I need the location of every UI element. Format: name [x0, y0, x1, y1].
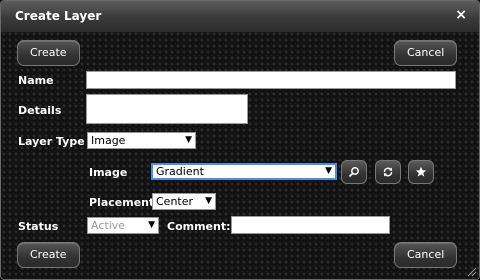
image-label: Image	[89, 166, 128, 179]
details-textarea[interactable]	[86, 94, 248, 124]
search-icon	[348, 167, 359, 178]
name-label: Name	[18, 74, 54, 87]
chevron-down-icon: ▼	[205, 196, 212, 206]
refresh-icon	[383, 167, 393, 177]
refresh-icon-button[interactable]	[375, 160, 401, 184]
layer-type-select[interactable]: Image ▼	[87, 132, 196, 149]
placement-select[interactable]: Center ▼	[152, 193, 216, 210]
status-select[interactable]: Active ▼	[87, 217, 159, 234]
layer-type-label: Layer Type	[18, 135, 85, 148]
comment-label: Comment:	[167, 220, 231, 233]
details-label: Details	[18, 104, 62, 117]
close-icon[interactable]: ×	[455, 7, 467, 23]
create-button-top[interactable]: Create	[17, 40, 80, 66]
create-layer-dialog: Create Layer × Create Cancel Name Detail…	[0, 0, 480, 280]
dialog-title: Create Layer	[15, 9, 102, 23]
chevron-down-icon: ▼	[325, 166, 332, 176]
status-value: Active	[91, 219, 126, 232]
create-button-bottom[interactable]: Create	[17, 242, 80, 268]
image-value: Gradient	[156, 165, 204, 178]
cancel-button-top[interactable]: Cancel	[394, 40, 458, 66]
star-icon	[415, 166, 427, 177]
comment-input[interactable]	[231, 216, 390, 234]
placement-value: Center	[156, 195, 194, 208]
placement-label: Placement	[89, 196, 155, 209]
resize-grip-icon[interactable]	[467, 267, 477, 277]
name-input[interactable]	[86, 71, 456, 89]
status-label: Status	[18, 220, 59, 233]
search-icon-button[interactable]	[341, 160, 367, 184]
chevron-down-icon: ▼	[148, 220, 155, 230]
layer-type-value: Image	[91, 134, 126, 147]
image-select[interactable]: Gradient ▼	[151, 163, 337, 180]
cancel-button-bottom[interactable]: Cancel	[394, 242, 458, 268]
chevron-down-icon: ▼	[185, 135, 192, 145]
star-icon-button[interactable]	[408, 160, 434, 184]
dialog-titlebar[interactable]: Create Layer ×	[1, 1, 479, 33]
